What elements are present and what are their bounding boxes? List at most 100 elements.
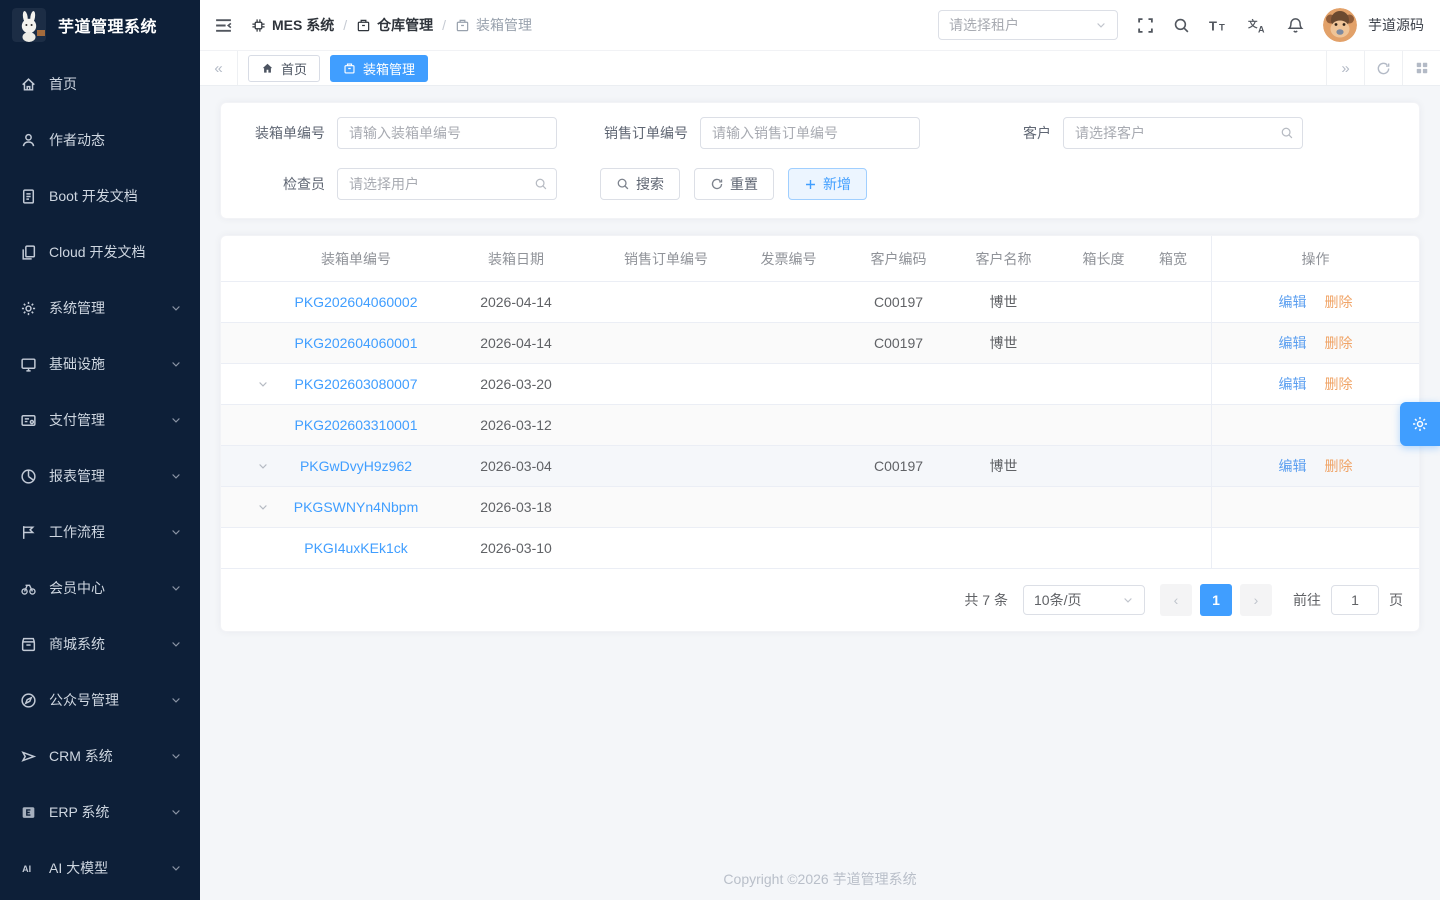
sidebar-item-payment[interactable]: 支付管理 (0, 392, 200, 448)
packing-code-link[interactable]: PKG202603080007 (295, 376, 418, 392)
delete-link[interactable]: 删除 (1325, 333, 1353, 353)
packing-code-link[interactable]: PKG202603310001 (295, 417, 418, 433)
reset-button[interactable]: 重置 (694, 168, 774, 200)
table-row[interactable]: PKG202603080007 2026-03-20 编辑 删除 (221, 364, 1419, 405)
packing-code-link[interactable]: PKG202604060002 (295, 294, 418, 310)
breadcrumb-item-mes[interactable]: MES 系统 (251, 15, 334, 35)
tenant-select[interactable]: 请选择租户 (938, 10, 1118, 40)
tabs-scroll-right-icon[interactable]: » (1326, 51, 1364, 85)
table-row[interactable]: PKGI4uxKEk1ck 2026-03-10 (221, 528, 1419, 569)
svg-text:T: T (1209, 18, 1217, 33)
sidebar-item-label: 公众号管理 (49, 690, 170, 710)
breadcrumb-item-warehouse[interactable]: 仓库管理 (356, 15, 433, 35)
packing-code-link[interactable]: PKGSWNYn4Nbpm (294, 499, 418, 515)
font-size-icon[interactable]: TT (1209, 17, 1229, 34)
sidebar-item-label: 系统管理 (49, 298, 170, 318)
next-page-button[interactable]: › (1240, 584, 1272, 616)
tab-home[interactable]: 首页 (248, 55, 320, 82)
sidebar-item-erp[interactable]: ERP 系统 (0, 784, 200, 840)
customer-select[interactable] (1063, 117, 1303, 149)
monitor-icon (20, 356, 37, 373)
layout-grid-icon[interactable] (1402, 51, 1440, 85)
table-row[interactable]: PKGwDvyH9z962 2026-03-04 C00197 博世 编辑 删除 (221, 446, 1419, 487)
sidebar-item-label: 报表管理 (49, 466, 170, 486)
packing-code-link[interactable]: PKGI4uxKEk1ck (304, 540, 408, 556)
goto-page-input[interactable] (1331, 585, 1379, 615)
packing-code-link[interactable]: PKG202604060001 (295, 335, 418, 351)
edit-link[interactable]: 编辑 (1279, 292, 1307, 312)
tabs-scroll-left-icon[interactable]: « (200, 51, 238, 85)
search-button[interactable]: 搜索 (600, 168, 680, 200)
chevron-down-icon (170, 302, 182, 314)
search-icon (616, 177, 630, 191)
refresh-icon (710, 177, 724, 191)
edit-link[interactable]: 编辑 (1279, 456, 1307, 476)
sidebar-item-cloud-docs[interactable]: Cloud 开发文档 (0, 224, 200, 280)
prev-page-button[interactable]: ‹ (1160, 584, 1192, 616)
packing-no-input[interactable] (337, 117, 557, 149)
user-name[interactable]: 芋道源码 (1368, 15, 1424, 35)
chevron-down-icon (170, 414, 182, 426)
table-row[interactable]: PKGSWNYn4Nbpm 2026-03-18 (221, 487, 1419, 528)
collapse-sidebar-icon[interactable] (214, 16, 233, 35)
expand-row-icon[interactable] (257, 378, 269, 390)
column-header: 装箱日期 (431, 236, 601, 281)
fullscreen-icon[interactable] (1137, 17, 1154, 34)
chevron-down-icon (170, 582, 182, 594)
sidebar-item-ai[interactable]: AI AI 大模型 (0, 840, 200, 896)
cell-customer-name: 博世 (951, 282, 1056, 322)
inspector-select[interactable] (337, 168, 557, 200)
edit-link[interactable]: 编辑 (1279, 374, 1307, 394)
sidebar-item-system[interactable]: 系统管理 (0, 280, 200, 336)
table-row[interactable]: PKG202603310001 2026-03-12 (221, 405, 1419, 446)
breadcrumb-label: 仓库管理 (377, 15, 433, 35)
gear-icon (20, 300, 37, 317)
delete-link[interactable]: 删除 (1325, 292, 1353, 312)
chip-icon (251, 18, 266, 33)
documents-icon (20, 244, 37, 261)
cell-packing-date: 2026-03-20 (431, 364, 601, 404)
svg-text:文: 文 (1248, 18, 1258, 30)
sidebar-item-report[interactable]: 报表管理 (0, 448, 200, 504)
search-icon[interactable] (1173, 17, 1190, 34)
sidebar-item-home[interactable]: 首页 (0, 56, 200, 112)
sidebar-item-infra[interactable]: 基础设施 (0, 336, 200, 392)
sidebar-item-boot-docs[interactable]: Boot 开发文档 (0, 168, 200, 224)
sales-no-input[interactable] (700, 117, 920, 149)
table-row[interactable]: PKG202604060001 2026-04-14 C00197 博世 编辑 … (221, 323, 1419, 364)
column-header: 箱宽 (1151, 236, 1211, 281)
table-header-row: 装箱单编号 装箱日期 销售订单编号 发票编号 客户编码 客户名称 箱长度 箱宽 … (221, 236, 1419, 282)
refresh-icon[interactable] (1364, 51, 1402, 85)
sidebar-item-label: 首页 (49, 74, 182, 94)
delete-link[interactable]: 删除 (1325, 456, 1353, 476)
packing-code-link[interactable]: PKGwDvyH9z962 (300, 458, 412, 474)
page-size-select[interactable]: 10条/页 (1023, 585, 1145, 615)
sidebar-item-mp[interactable]: 公众号管理 (0, 672, 200, 728)
app-logo-row[interactable]: 芋道管理系统 (0, 0, 200, 50)
chevron-down-icon (170, 470, 182, 482)
page-number-button[interactable]: 1 (1200, 584, 1232, 616)
sidebar-item-author-feed[interactable]: 作者动态 (0, 112, 200, 168)
filter-label-customer: 客户 (963, 123, 1063, 143)
chevron-down-icon (170, 638, 182, 650)
expand-row-icon[interactable] (257, 501, 269, 513)
sidebar-item-member[interactable]: 会员中心 (0, 560, 200, 616)
avatar[interactable] (1323, 8, 1357, 42)
send-icon (20, 748, 37, 765)
sidebar-item-mall[interactable]: 商城系统 (0, 616, 200, 672)
edit-link[interactable]: 编辑 (1279, 333, 1307, 353)
tab-packing-management[interactable]: 装箱管理 (330, 55, 428, 82)
box-icon (455, 18, 470, 33)
sidebar-item-label: 基础设施 (49, 354, 170, 374)
delete-link[interactable]: 删除 (1325, 374, 1353, 394)
sidebar-item-workflow[interactable]: 工作流程 (0, 504, 200, 560)
chevron-down-icon (1095, 19, 1107, 31)
table-row[interactable]: PKG202604060002 2026-04-14 C00197 博世 编辑 … (221, 282, 1419, 323)
notification-bell-icon[interactable] (1287, 17, 1304, 34)
theme-settings-button[interactable] (1400, 402, 1440, 446)
translate-icon[interactable]: 文A (1248, 17, 1268, 34)
sidebar-item-crm[interactable]: CRM 系统 (0, 728, 200, 784)
add-button[interactable]: 新增 (788, 168, 867, 200)
app-logo-image (12, 8, 46, 42)
expand-row-icon[interactable] (257, 460, 269, 472)
